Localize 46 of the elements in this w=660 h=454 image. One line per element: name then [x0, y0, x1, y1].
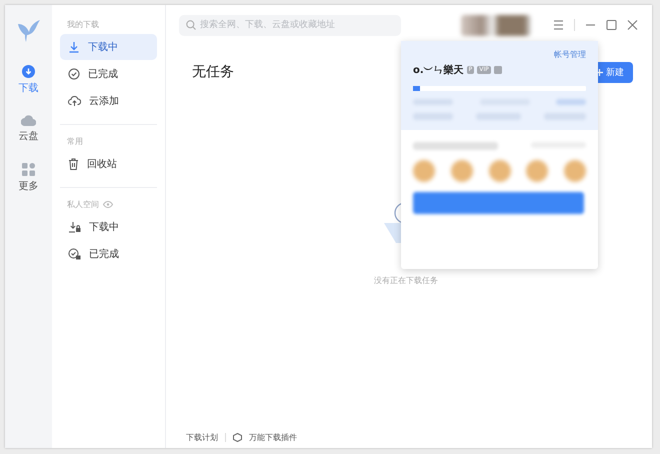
locked-download-icon: [68, 221, 81, 233]
section-title: 我的下载: [67, 18, 99, 30]
nav-item[interactable]: 下载中: [60, 214, 157, 240]
cloud-upload-icon: [68, 95, 81, 107]
nav-item[interactable]: 云添加: [60, 88, 157, 114]
nav-item[interactable]: 已完成: [60, 241, 157, 267]
sidebar-tab[interactable]: 云盘: [18, 115, 38, 143]
blurred-reward-icon: [564, 160, 586, 182]
blurred-text: [556, 99, 586, 105]
sidebar-tab[interactable]: 更多: [18, 163, 38, 193]
nav-item[interactable]: 已完成: [60, 61, 157, 87]
section-title: 常用: [67, 136, 83, 146]
section-title: 私人空间: [67, 198, 99, 210]
sidebar-tab[interactable]: 下载: [18, 65, 38, 95]
download-plugin-link[interactable]: 万能下载插件: [249, 432, 297, 443]
bird-logo-icon: [16, 19, 40, 43]
empty-message: 没有正在下载任务: [374, 275, 438, 286]
page-title: 无任务: [192, 63, 234, 81]
apps-grid-icon: [22, 163, 35, 176]
check-circle-icon: [68, 68, 80, 80]
maximize-icon: [606, 20, 617, 30]
maximize-button[interactable]: [606, 20, 617, 30]
plugin-icon: [233, 433, 242, 442]
download-icon: [22, 65, 35, 78]
nav-item[interactable]: 回收站: [60, 151, 157, 177]
account-manage-link[interactable]: 帐号管理: [554, 49, 586, 60]
cloud-icon: [21, 115, 36, 126]
menu-button[interactable]: [553, 20, 564, 30]
search-field[interactable]: 搜索全网、下载、云盘或收藏地址: [179, 14, 401, 36]
trash-icon: [68, 158, 79, 170]
close-button[interactable]: [627, 20, 638, 30]
username: o.︶ㄣ樂天: [413, 64, 464, 77]
close-icon: [627, 20, 638, 30]
nav-item[interactable]: 下载中: [60, 34, 157, 60]
blurred-reward-icon: [413, 160, 435, 182]
download-plan-link[interactable]: 下载计划: [186, 432, 218, 443]
blurred-reward-icon: [450, 160, 473, 182]
level-badge-icon: [494, 66, 502, 74]
search-icon: [186, 20, 196, 30]
download-icon: [68, 41, 80, 53]
blurred-reward-icon: [488, 160, 510, 182]
menu-icon: [553, 20, 564, 30]
locked-check-icon: [68, 248, 81, 260]
plus-icon: [595, 68, 604, 76]
blurred-avatar[interactable]: [461, 14, 531, 36]
blurred-reward-icon: [526, 160, 548, 182]
